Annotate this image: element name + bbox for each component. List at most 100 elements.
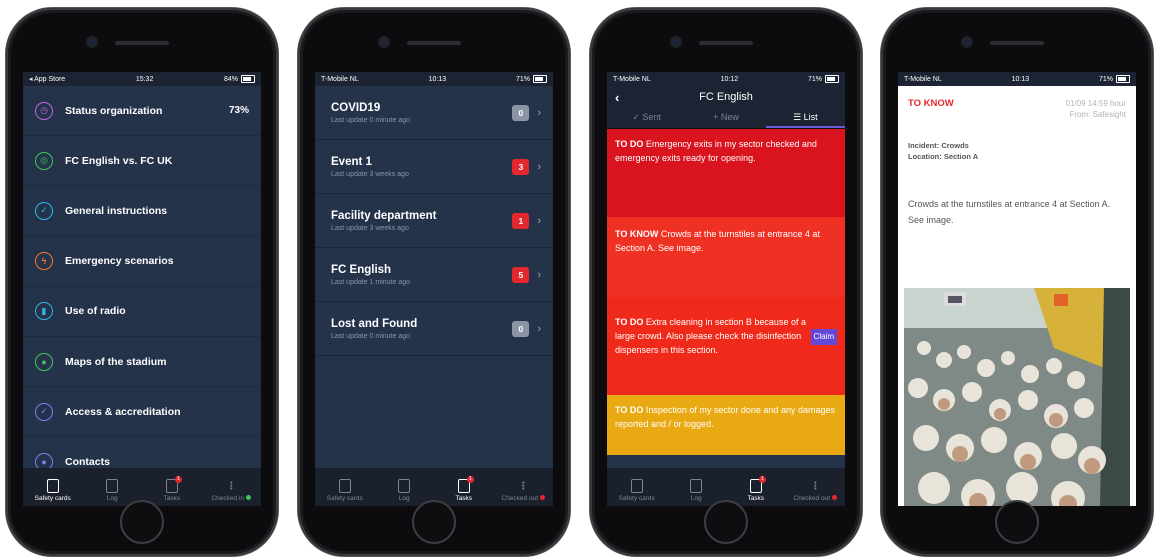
- tab-label: Checked out: [793, 495, 831, 502]
- tasks-badge: 1: [758, 476, 766, 483]
- channel-updated: Last update 0 minute ago: [331, 332, 411, 340]
- channel-row[interactable]: Event 1 Last update 3 weeks ago 3 ›: [315, 140, 553, 194]
- menu-item[interactable]: ✓ Access & accreditation: [23, 387, 261, 438]
- menu-item[interactable]: ϟ Emergency scenarios: [23, 237, 261, 287]
- front-camera: [380, 38, 388, 46]
- segment-sent[interactable]: ✓ Sent: [607, 108, 686, 128]
- channel-row[interactable]: COVID19 Last update 0 minute ago 0 ›: [315, 86, 553, 140]
- menu-item-label: Maps of the stadium: [65, 355, 167, 368]
- home-button[interactable]: [120, 500, 164, 544]
- more-icon: ⋮: [810, 481, 821, 492]
- segment-new[interactable]: + New: [686, 108, 765, 128]
- checked-in-indicator: [246, 495, 252, 500]
- tab-label: Log: [106, 495, 118, 502]
- tab-label: Safety cards: [618, 495, 655, 502]
- menu-item-label: FC English vs. FC UK: [65, 154, 173, 167]
- home-button[interactable]: [995, 500, 1039, 544]
- screen-message-detail: T-Mobile NL 10:13 71% TO KNOW 01/09 14:5…: [898, 72, 1136, 506]
- back-chevron-icon[interactable]: ‹: [615, 90, 619, 105]
- task-card[interactable]: TO KNOW Crowds at the turnstiles at entr…: [607, 217, 845, 297]
- channel-row[interactable]: Facility department Last update 3 weeks a…: [315, 194, 553, 248]
- tab-log[interactable]: Log: [667, 479, 727, 502]
- task-type: TO DO: [615, 317, 644, 327]
- more-icon: ⋮: [226, 481, 237, 492]
- tab-log[interactable]: Log: [375, 479, 435, 502]
- task-card[interactable]: Claim TO DO Extra cleaning in section B b…: [607, 297, 845, 395]
- channel-row[interactable]: Lost and Found Last update 0 minute ago 0 ›: [315, 302, 553, 356]
- map-pin-icon: ●: [35, 352, 53, 371]
- tab-tasks[interactable]: 1 Tasks: [726, 476, 786, 502]
- tab-safety-cards[interactable]: Safety cards: [23, 479, 83, 502]
- menu-item[interactable]: ◷ Status organization 73%: [23, 86, 261, 137]
- unread-count-badge: 1: [512, 212, 530, 229]
- front-camera: [672, 38, 680, 46]
- claim-button[interactable]: Claim: [810, 329, 837, 345]
- status-carrier: ◂ App Store: [29, 76, 66, 83]
- segment-control: ✓ Sent + New ☰ List: [607, 108, 845, 129]
- tab-checked-out[interactable]: ⋮ Checked out: [786, 481, 846, 502]
- tab-checked-in[interactable]: ⋮ Checked in: [202, 481, 262, 502]
- tab-checked-out[interactable]: ⋮ Checked out: [494, 481, 554, 502]
- tab-label: Safety cards: [326, 495, 363, 502]
- menu-item[interactable]: ▮ Use of radio: [23, 287, 261, 337]
- status-bar: T-Mobile NL 10:13 71%: [315, 72, 553, 86]
- phone-log-icon: [398, 479, 411, 493]
- clipboard-icon: ✓: [35, 201, 53, 220]
- channel-updated: Last update 0 minute ago: [331, 116, 411, 124]
- tab-safety-cards[interactable]: Safety cards: [315, 479, 375, 502]
- front-camera: [963, 38, 971, 46]
- status-carrier: T-Mobile NL: [904, 75, 942, 83]
- message-type: TO KNOW: [908, 98, 954, 109]
- earpiece-speaker: [990, 41, 1044, 45]
- menu-item-label: Use of radio: [65, 305, 126, 318]
- unread-count-badge: 0: [512, 320, 530, 337]
- battery-percent: 71%: [807, 75, 822, 83]
- page-title: FC English: [699, 91, 753, 103]
- lightning-icon: ϟ: [35, 252, 53, 271]
- channel-text: FC English Last update 1 minute ago: [331, 264, 512, 286]
- screen-safety-cards: ◂ App Store 15:32 84% ◷ Status organizati…: [23, 72, 261, 506]
- task-card[interactable]: TO DO Inspection of my sector done and a…: [607, 395, 845, 455]
- screen-task-list: T-Mobile NL 10:12 71% ‹ FC English ✓ Sen…: [607, 72, 845, 506]
- channel-title: Lost and Found: [331, 317, 418, 330]
- task-text: Emergency exits in my sector checked and…: [615, 139, 817, 163]
- status-bar: T-Mobile NL 10:12 71%: [607, 72, 845, 86]
- menu-item[interactable]: ● Maps of the stadium: [23, 337, 261, 388]
- channel-title: Event 1: [331, 155, 372, 168]
- chevron-right-icon: ›: [537, 160, 541, 173]
- battery-percent: 84%: [223, 75, 238, 83]
- unread-count-badge: 5: [512, 266, 530, 283]
- crowd-photo[interactable]: [904, 288, 1130, 506]
- tab-label: Tasks: [163, 495, 181, 502]
- tasks-badge: 1: [174, 476, 182, 483]
- segment-list[interactable]: ☰ List: [765, 108, 845, 128]
- menu-item-label: Status organization: [65, 104, 163, 117]
- checked-out-indicator: [540, 495, 545, 500]
- menu-item[interactable]: ◎ FC English vs. FC UK: [23, 136, 261, 187]
- phone-log-icon: [690, 479, 703, 493]
- tab-log[interactable]: Log: [83, 479, 143, 502]
- location-label: Location: Section A: [908, 152, 979, 161]
- menu-item-label: Access & accreditation: [65, 405, 181, 418]
- tab-tasks[interactable]: 1 Tasks: [434, 476, 494, 502]
- menu-item[interactable]: ✓ General instructions: [23, 186, 261, 237]
- channel-updated: Last update 3 weeks ago: [331, 170, 409, 178]
- menu-item-label: Emergency scenarios: [65, 255, 174, 268]
- chevron-right-icon: ›: [537, 322, 541, 335]
- status-time: 10:13: [1011, 75, 1030, 83]
- channel-title: COVID19: [331, 101, 381, 114]
- home-button[interactable]: [412, 500, 456, 544]
- watch-icon: ◎: [35, 151, 53, 170]
- tab-safety-cards[interactable]: Safety cards: [607, 479, 667, 502]
- unread-count-badge: 3: [512, 158, 530, 175]
- status-carrier: T-Mobile NL: [321, 75, 359, 83]
- channel-row[interactable]: FC English Last update 1 minute ago 5 ›: [315, 248, 553, 302]
- phone-log-icon: [106, 479, 119, 493]
- task-card[interactable]: TO DO Emergency exits in my sector check…: [607, 129, 845, 217]
- task-type: TO DO: [615, 405, 644, 415]
- menu-item-value: 73%: [228, 105, 249, 117]
- radio-icon: ▮: [35, 302, 53, 321]
- tab-tasks[interactable]: 1 Tasks: [142, 476, 202, 502]
- home-button[interactable]: [704, 500, 748, 544]
- battery-icon: [241, 75, 255, 83]
